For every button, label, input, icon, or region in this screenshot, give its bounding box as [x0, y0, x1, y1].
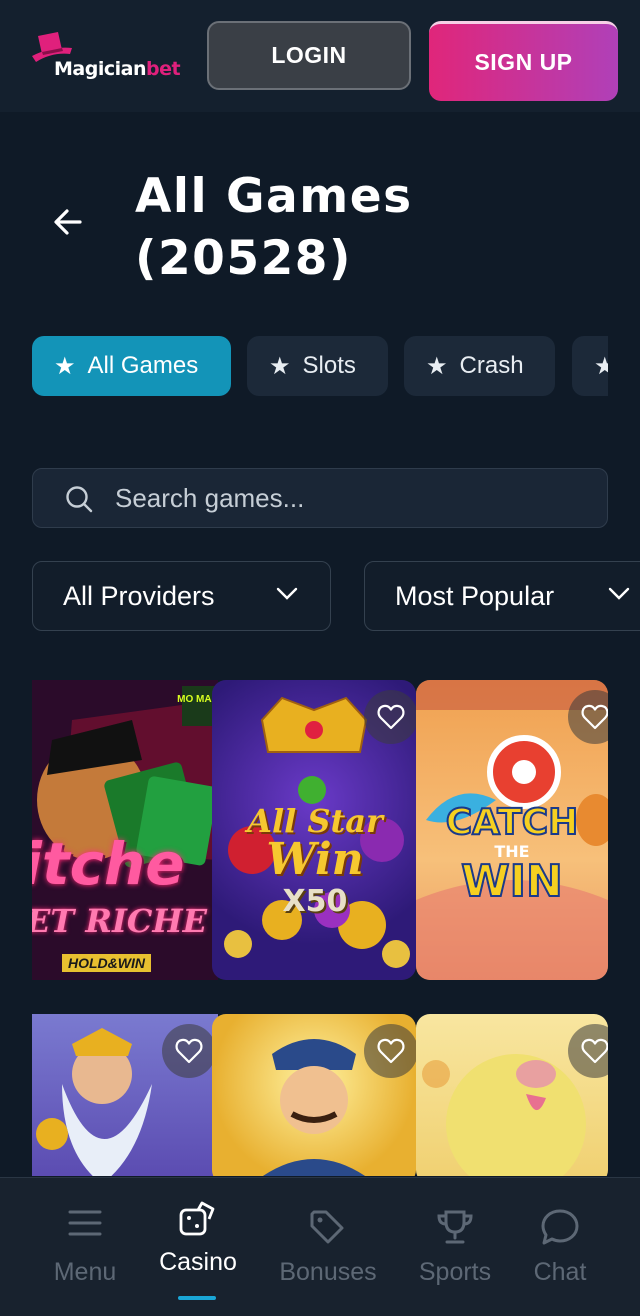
game-title-art: CATCH: [445, 801, 580, 844]
nav-item-bonuses[interactable]: Bonuses: [276, 1178, 380, 1316]
sort-dropdown[interactable]: Most Popular: [364, 561, 640, 631]
favorite-button[interactable]: [364, 690, 416, 744]
game-subtitle-art: Win: [266, 834, 364, 885]
menu-icon: [68, 1210, 102, 1236]
chip-slots[interactable]: ★ Slots: [247, 336, 388, 396]
bottom-navigation: Menu Casino Bonuses Sports Chat: [0, 1177, 640, 1316]
chat-icon: [541, 1209, 579, 1245]
nav-label: Chat: [533, 1258, 587, 1286]
logo-text-pink: bet: [145, 58, 181, 80]
heart-icon: [377, 1038, 405, 1064]
magicianbet-logo[interactable]: Magicianbet: [32, 30, 208, 86]
nav-label: Bonuses: [279, 1258, 377, 1286]
heart-icon: [581, 1038, 608, 1064]
top-header: Magicianbet LOGIN SIGN UP: [0, 0, 640, 112]
heart-icon: [581, 704, 608, 730]
nav-label: Sports: [418, 1258, 492, 1286]
logo-text-white: Magician: [54, 58, 146, 80]
category-chips: ★ All Games ★ Slots ★ Crash ★: [32, 336, 608, 396]
signup-button[interactable]: SIGN UP: [429, 21, 618, 101]
star-icon: ★: [426, 352, 448, 380]
game-tagline-art: X50: [282, 884, 348, 919]
chevron-down-icon: [608, 587, 630, 600]
search-box: [32, 468, 608, 528]
star-icon: ★: [54, 352, 76, 380]
heart-icon: [377, 704, 405, 730]
logo-wordmark: Magicianbet: [54, 58, 181, 80]
game-tile[interactable]: CATCH THE WIN: [416, 680, 608, 980]
chip-label: All Games: [87, 352, 199, 379]
provider-dropdown[interactable]: All Providers: [32, 561, 331, 631]
star-icon: ★: [269, 352, 291, 380]
page-title: All Games (20528): [135, 169, 413, 286]
search-icon: [66, 486, 93, 513]
nav-item-chat[interactable]: Chat: [524, 1178, 596, 1316]
chip-label: Slots: [302, 352, 356, 379]
chip-crash[interactable]: ★ Crash: [404, 336, 555, 396]
login-button[interactable]: LOGIN: [207, 21, 411, 90]
nav-label: Menu: [53, 1258, 117, 1286]
nav-item-sports[interactable]: Sports: [414, 1178, 496, 1316]
tag-icon: [310, 1210, 344, 1244]
chevron-down-icon: [276, 587, 298, 600]
heart-icon: [175, 1038, 203, 1064]
favorite-button[interactable]: [364, 1024, 416, 1078]
nav-item-casino[interactable]: Casino: [158, 1178, 238, 1316]
favorite-button[interactable]: [162, 1024, 216, 1078]
game-title-art: itche: [32, 830, 185, 898]
game-tile[interactable]: [32, 1014, 218, 1176]
back-arrow-icon[interactable]: [52, 206, 84, 238]
provider-selected: All Providers: [63, 580, 215, 611]
dice-icon: [179, 1201, 215, 1236]
game-tagline-art: WIN: [460, 855, 564, 908]
game-tagline-art: HOLD&WIN: [62, 954, 151, 972]
games-grid: MO MAD itche ET RICHE HOLD&WIN All Star …: [32, 680, 608, 1176]
trophy-icon: [437, 1210, 473, 1244]
nav-label: Casino: [159, 1248, 237, 1276]
chip-all-games[interactable]: ★ All Games: [32, 336, 231, 396]
sort-selected: Most Popular: [395, 580, 555, 611]
nav-item-menu[interactable]: Menu: [44, 1178, 126, 1316]
game-tile[interactable]: MO MAD itche ET RICHE HOLD&WIN: [32, 680, 218, 980]
game-tile[interactable]: [416, 1014, 608, 1176]
active-indicator: [178, 1296, 216, 1300]
chip-label: Crash: [459, 352, 524, 379]
star-icon: ★: [594, 352, 608, 380]
chip-more[interactable]: ★: [572, 336, 608, 396]
game-tile[interactable]: All Star Win X50: [212, 680, 416, 980]
game-tile[interactable]: [212, 1014, 416, 1176]
game-subtitle-art: ET RICHE: [32, 902, 207, 940]
search-input[interactable]: [115, 469, 595, 527]
